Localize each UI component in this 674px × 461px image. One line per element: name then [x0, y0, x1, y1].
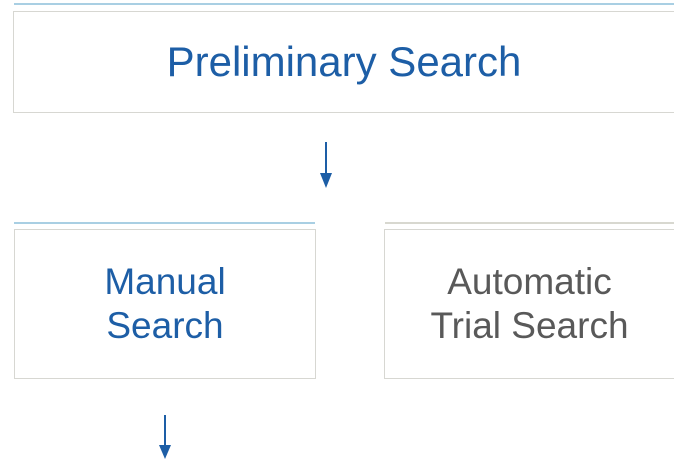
manual-accent-line — [14, 222, 315, 224]
arrow-preliminary-to-manual — [320, 142, 332, 188]
manual-search-label-line2: Search — [106, 305, 224, 346]
manual-search-label-line1: Manual — [104, 261, 226, 303]
arrow-manual-to-next — [159, 415, 171, 459]
preliminary-accent-line — [14, 3, 674, 5]
preliminary-search-node: Preliminary Search — [13, 11, 674, 113]
automatic-accent-line — [385, 222, 674, 224]
automatic-trial-search-label-line2: Trial Search — [430, 305, 629, 346]
manual-search-node: Manual Search — [14, 229, 316, 379]
automatic-trial-search-node: Automatic Trial Search — [384, 229, 674, 379]
preliminary-search-label: Preliminary Search — [166, 38, 522, 86]
automatic-trial-search-label-line1: Automatic — [447, 261, 612, 303]
